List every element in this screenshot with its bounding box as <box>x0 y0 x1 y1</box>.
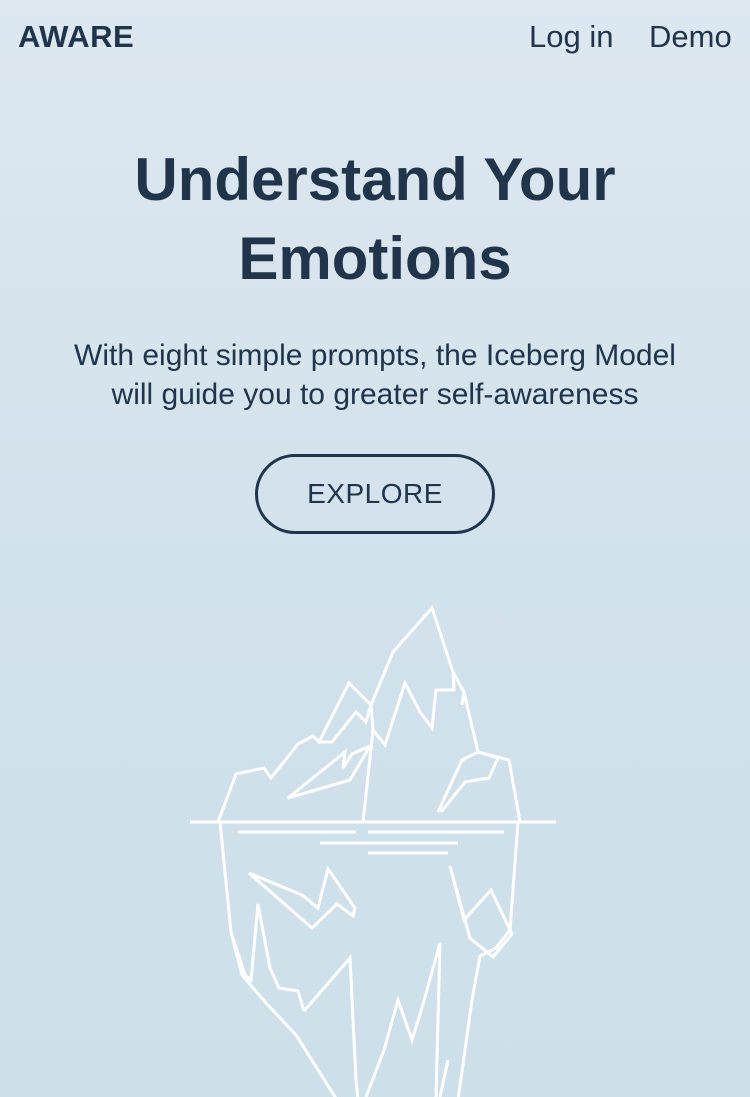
explore-button[interactable]: EXPLORE <box>255 454 495 534</box>
hero-title: Understand Your Emotions <box>0 140 750 298</box>
brand-logo[interactable]: AWARE <box>18 19 134 55</box>
top-nav: AWARE Log in Demo <box>0 0 750 76</box>
hero-subtitle-line-2: will guide you to greater self-awareness <box>111 378 639 411</box>
iceberg-icon <box>190 605 556 1097</box>
hero-title-line-1: Understand Your <box>134 146 616 213</box>
demo-link[interactable]: Demo <box>649 19 732 55</box>
hero-subtitle-line-1: With eight simple prompts, the Iceberg M… <box>74 339 676 372</box>
login-link[interactable]: Log in <box>529 19 613 55</box>
hero-title-line-2: Emotions <box>238 225 512 292</box>
hero-subtitle: With eight simple prompts, the Iceberg M… <box>30 336 720 414</box>
